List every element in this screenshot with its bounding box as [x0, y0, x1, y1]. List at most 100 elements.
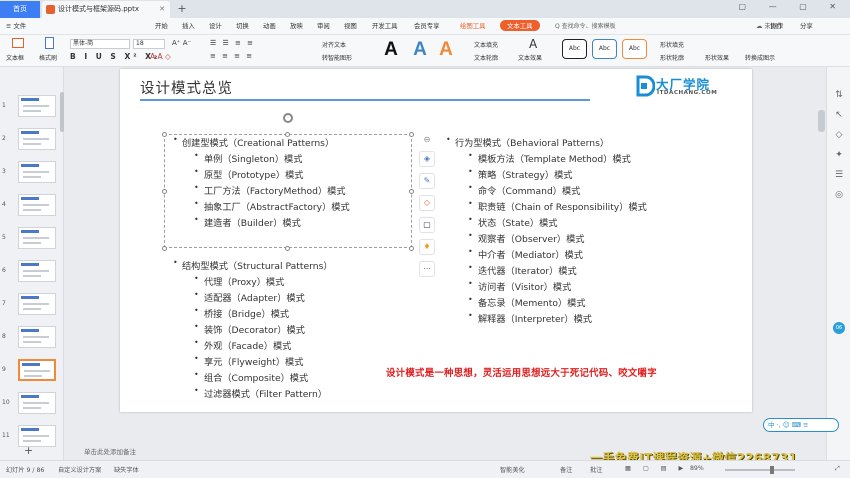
- menu-member[interactable]: 会员专享: [414, 21, 440, 30]
- list-item[interactable]: 外观（Facade）模式: [194, 338, 291, 352]
- list-item[interactable]: 解释器（Interpreter）模式: [468, 311, 592, 325]
- shape-effect-button[interactable]: 形状效果: [705, 53, 729, 62]
- assistant-badge-icon[interactable]: 06: [833, 322, 845, 334]
- resize-handle[interactable]: [162, 132, 167, 137]
- menu-view[interactable]: 视图: [344, 21, 357, 30]
- slide-thumbnail[interactable]: [18, 128, 56, 150]
- more-icon[interactable]: ⋯: [419, 261, 435, 277]
- pen-icon[interactable]: ✎: [419, 173, 435, 189]
- slide-thumbnail[interactable]: [18, 227, 56, 249]
- textbox-icon[interactable]: [12, 38, 24, 48]
- format-painter-label[interactable]: 格式刷: [39, 53, 57, 62]
- view-buttons[interactable]: ▦ ▢ ▤ ▶: [625, 465, 688, 472]
- list-item[interactable]: 迭代器（Iterator）模式: [468, 263, 577, 277]
- resize-handle[interactable]: [285, 246, 290, 251]
- lightbulb-icon[interactable]: ♦: [419, 239, 435, 255]
- smartart-button[interactable]: 转智能图形: [322, 53, 352, 62]
- convert-shape-button[interactable]: 转换成图示: [745, 53, 775, 62]
- align-text-button[interactable]: 对齐文本: [322, 40, 346, 49]
- menu-developer[interactable]: 开发工具: [372, 21, 398, 30]
- adjust-icon[interactable]: ☰: [833, 169, 845, 181]
- property-icon[interactable]: ⇅: [833, 89, 845, 101]
- creational-heading[interactable]: 创建型模式（Creational Patterns）: [173, 135, 334, 149]
- menu-file[interactable]: ≡ 文件: [6, 21, 26, 30]
- outline-icon[interactable]: ▢: [419, 217, 435, 233]
- ime-toolbar[interactable]: 中 ·, ☺ ⌨ ≡: [763, 418, 839, 432]
- command-search[interactable]: Q 查找命令、搜索模板: [555, 21, 635, 32]
- textbox-label[interactable]: 文本框: [6, 53, 24, 62]
- font-color-icon[interactable]: A A ◇: [150, 52, 171, 61]
- fit-window-icon[interactable]: ⤢: [835, 465, 840, 473]
- format-painter-icon[interactable]: [45, 37, 54, 49]
- shape-style-3[interactable]: Abc: [622, 39, 647, 59]
- list-item[interactable]: 模板方法（Template Method）模式: [468, 151, 631, 165]
- menu-text-tools[interactable]: 文本工具: [500, 20, 540, 31]
- text-effect-button[interactable]: 文本效果: [518, 53, 542, 62]
- collab-button[interactable]: 协作: [770, 21, 783, 30]
- font-size-select[interactable]: 18: [133, 39, 165, 49]
- menu-animation[interactable]: 动画: [263, 21, 276, 30]
- share-button[interactable]: 分享: [800, 21, 813, 30]
- list-item[interactable]: 策略（Strategy）模式: [468, 167, 572, 181]
- canvas-scrollbar[interactable]: [818, 110, 825, 132]
- list-item[interactable]: 组合（Composite）模式: [194, 370, 308, 384]
- list-item[interactable]: 单例（Singleton）模式: [194, 151, 302, 165]
- rotate-handle[interactable]: [283, 113, 293, 123]
- list-item[interactable]: 原型（Prototype）模式: [194, 167, 303, 181]
- select-icon[interactable]: ↖: [833, 109, 845, 121]
- list-item[interactable]: 适配器（Adapter）模式: [194, 290, 305, 304]
- list-item[interactable]: 状态（State）模式: [468, 215, 558, 229]
- beautify-button[interactable]: 智能美化: [500, 465, 525, 474]
- help-icon[interactable]: ◎: [833, 189, 845, 201]
- paragraph-align-buttons[interactable]: ≡ ≡ ≡ ≡: [210, 52, 254, 60]
- zoom-slider-thumb[interactable]: [770, 466, 774, 474]
- missing-font[interactable]: 缺失字体: [114, 465, 139, 474]
- list-item[interactable]: 中介者（Mediator）模式: [468, 247, 583, 261]
- slide-thumbnail[interactable]: [18, 359, 56, 381]
- resize-handle[interactable]: [162, 246, 167, 251]
- slide-thumbnail[interactable]: [18, 293, 56, 315]
- menu-review[interactable]: 审阅: [317, 21, 330, 30]
- text-fill-button[interactable]: 文本填充: [474, 40, 498, 49]
- shape-style-2[interactable]: Abc: [592, 39, 617, 59]
- shape-icon[interactable]: ◇: [833, 129, 845, 141]
- list-item[interactable]: 过滤器模式（Filter Pattern）: [194, 386, 327, 400]
- resize-handle[interactable]: [409, 189, 414, 194]
- shape-style-1[interactable]: Abc: [562, 39, 587, 59]
- add-slide-button[interactable]: +: [24, 444, 33, 457]
- list-item[interactable]: 建造者（Builder）模式: [194, 215, 301, 229]
- menu-design[interactable]: 设计: [209, 21, 222, 30]
- fill-bucket-icon[interactable]: ◇: [419, 195, 435, 211]
- list-item[interactable]: 桥接（Bridge）模式: [194, 306, 289, 320]
- new-tab-button[interactable]: +: [174, 0, 190, 17]
- list-item[interactable]: 观察者（Observer）模式: [468, 231, 585, 245]
- comments-button[interactable]: 批注: [590, 465, 602, 474]
- zoom-slider[interactable]: [725, 469, 795, 471]
- theme-name[interactable]: 自定义设计方案: [58, 465, 101, 474]
- collapse-icon[interactable]: ⊖: [419, 133, 435, 149]
- shape-outline-button[interactable]: 形状轮廓: [660, 53, 684, 62]
- resize-handle[interactable]: [162, 189, 167, 194]
- behavioral-heading[interactable]: 行为型模式（Behavioral Patterns）: [446, 135, 609, 149]
- paragraph-list-buttons[interactable]: ☰ ☰ ≡ ≡: [210, 39, 255, 47]
- font-grow-icon[interactable]: A⁺ A⁻: [172, 39, 191, 47]
- menu-start[interactable]: 开始: [155, 21, 168, 30]
- slide-thumbnail[interactable]: [18, 95, 56, 117]
- list-item[interactable]: 装饰（Decorator）模式: [194, 322, 305, 336]
- text-style-orange[interactable]: A: [436, 38, 456, 62]
- zoom-level[interactable]: 89%: [690, 465, 704, 472]
- notes-button[interactable]: 备注: [560, 465, 572, 474]
- window-controls[interactable]: ▢ — ▢ ✕: [739, 2, 846, 11]
- resize-handle[interactable]: [409, 132, 414, 137]
- structural-heading[interactable]: 结构型模式（Structural Patterns）: [173, 258, 333, 272]
- tab-home[interactable]: 首页: [0, 1, 40, 18]
- close-tab-icon[interactable]: ✕: [159, 1, 165, 18]
- list-item[interactable]: 备忘录（Memento）模式: [468, 295, 586, 309]
- text-outline-button[interactable]: 文本轮廓: [474, 53, 498, 62]
- resize-handle[interactable]: [409, 246, 414, 251]
- list-item[interactable]: 工厂方法（FactoryMethod）模式: [194, 183, 345, 197]
- list-item[interactable]: 享元（Flyweight）模式: [194, 354, 303, 368]
- menu-transition[interactable]: 切换: [236, 21, 249, 30]
- slide-quote[interactable]: 设计模式是一种思想，灵活运用思想远大于死记代码、咬文嚼字: [386, 365, 657, 379]
- font-style-buttons[interactable]: B I U S X² X₂: [70, 52, 160, 61]
